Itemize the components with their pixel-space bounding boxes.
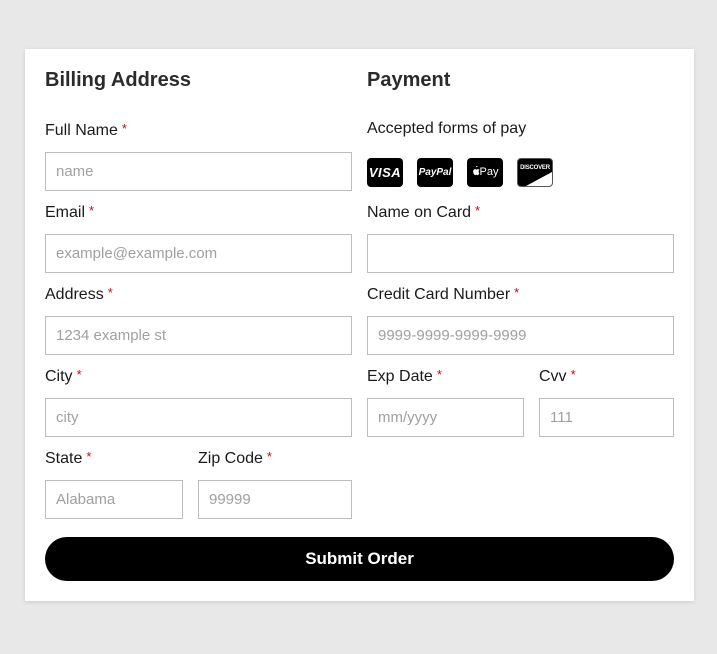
paypal-text: PayPal	[418, 167, 452, 178]
checkout-form: Billing Address Full Name* Email* Addres…	[25, 49, 694, 601]
required-marker: *	[76, 367, 82, 382]
discover-icon: DISCOVER	[517, 158, 553, 187]
address-label: Address	[45, 286, 104, 303]
discover-swoosh-icon	[526, 172, 552, 186]
name-on-card-label: Name on Card	[367, 204, 472, 221]
full-name-label: Full Name	[45, 122, 118, 139]
accepted-pay-field: Accepted forms of pay	[367, 119, 674, 139]
billing-title: Billing Address	[45, 69, 191, 91]
address-field: Address *	[45, 283, 352, 355]
city-label: City	[45, 368, 73, 385]
cvv-field: Cvv *	[539, 365, 674, 437]
accepted-pay-label: Accepted forms of pay	[367, 120, 527, 137]
full-name-field: Full Name *	[45, 119, 352, 191]
name-on-card-field: Name on Card *	[367, 201, 674, 273]
state-label: State	[45, 450, 83, 467]
submit-order-button[interactable]: Submit Order	[45, 537, 674, 581]
visa-icon: VISA	[367, 158, 403, 187]
exp-date-field: Exp Date *	[367, 365, 524, 437]
exp-date-label: Exp Date	[367, 368, 433, 385]
name-on-card-input[interactable]	[367, 234, 674, 273]
zip-input[interactable]	[198, 480, 352, 519]
paypal-icon: PayPal	[417, 158, 453, 187]
required-marker: *	[475, 203, 481, 218]
cvv-label: Cvv	[539, 368, 567, 385]
apple-logo-icon	[472, 165, 480, 176]
required-marker: *	[570, 367, 576, 382]
payment-title: Payment	[367, 69, 451, 91]
zip-field: Zip Code *	[198, 447, 352, 519]
email-label: Email	[45, 204, 86, 221]
cvv-input[interactable]	[539, 398, 674, 437]
card-number-input[interactable]	[367, 316, 674, 355]
exp-date-input[interactable]	[367, 398, 524, 437]
apple-pay-icon: Pay	[467, 158, 503, 187]
email-input[interactable]	[45, 234, 352, 273]
card-number-field: Credit Card Number *	[367, 283, 674, 355]
city-field: City *	[45, 365, 352, 437]
card-number-label: Credit Card Number	[367, 286, 511, 303]
apple-pay-text: Pay	[479, 166, 499, 178]
required-marker: *	[86, 449, 92, 464]
required-marker: *	[514, 285, 520, 300]
email-field: Email *	[45, 201, 352, 273]
required-marker: *	[89, 203, 95, 218]
city-input[interactable]	[45, 398, 352, 437]
required-marker: *	[266, 449, 272, 464]
state-field: State *	[45, 447, 183, 519]
required-marker: *	[107, 285, 113, 300]
required-marker: *	[121, 121, 127, 136]
required-marker: *	[436, 367, 442, 382]
address-input[interactable]	[45, 316, 352, 355]
state-input[interactable]	[45, 480, 183, 519]
full-name-input[interactable]	[45, 152, 352, 191]
zip-label: Zip Code	[198, 450, 263, 467]
